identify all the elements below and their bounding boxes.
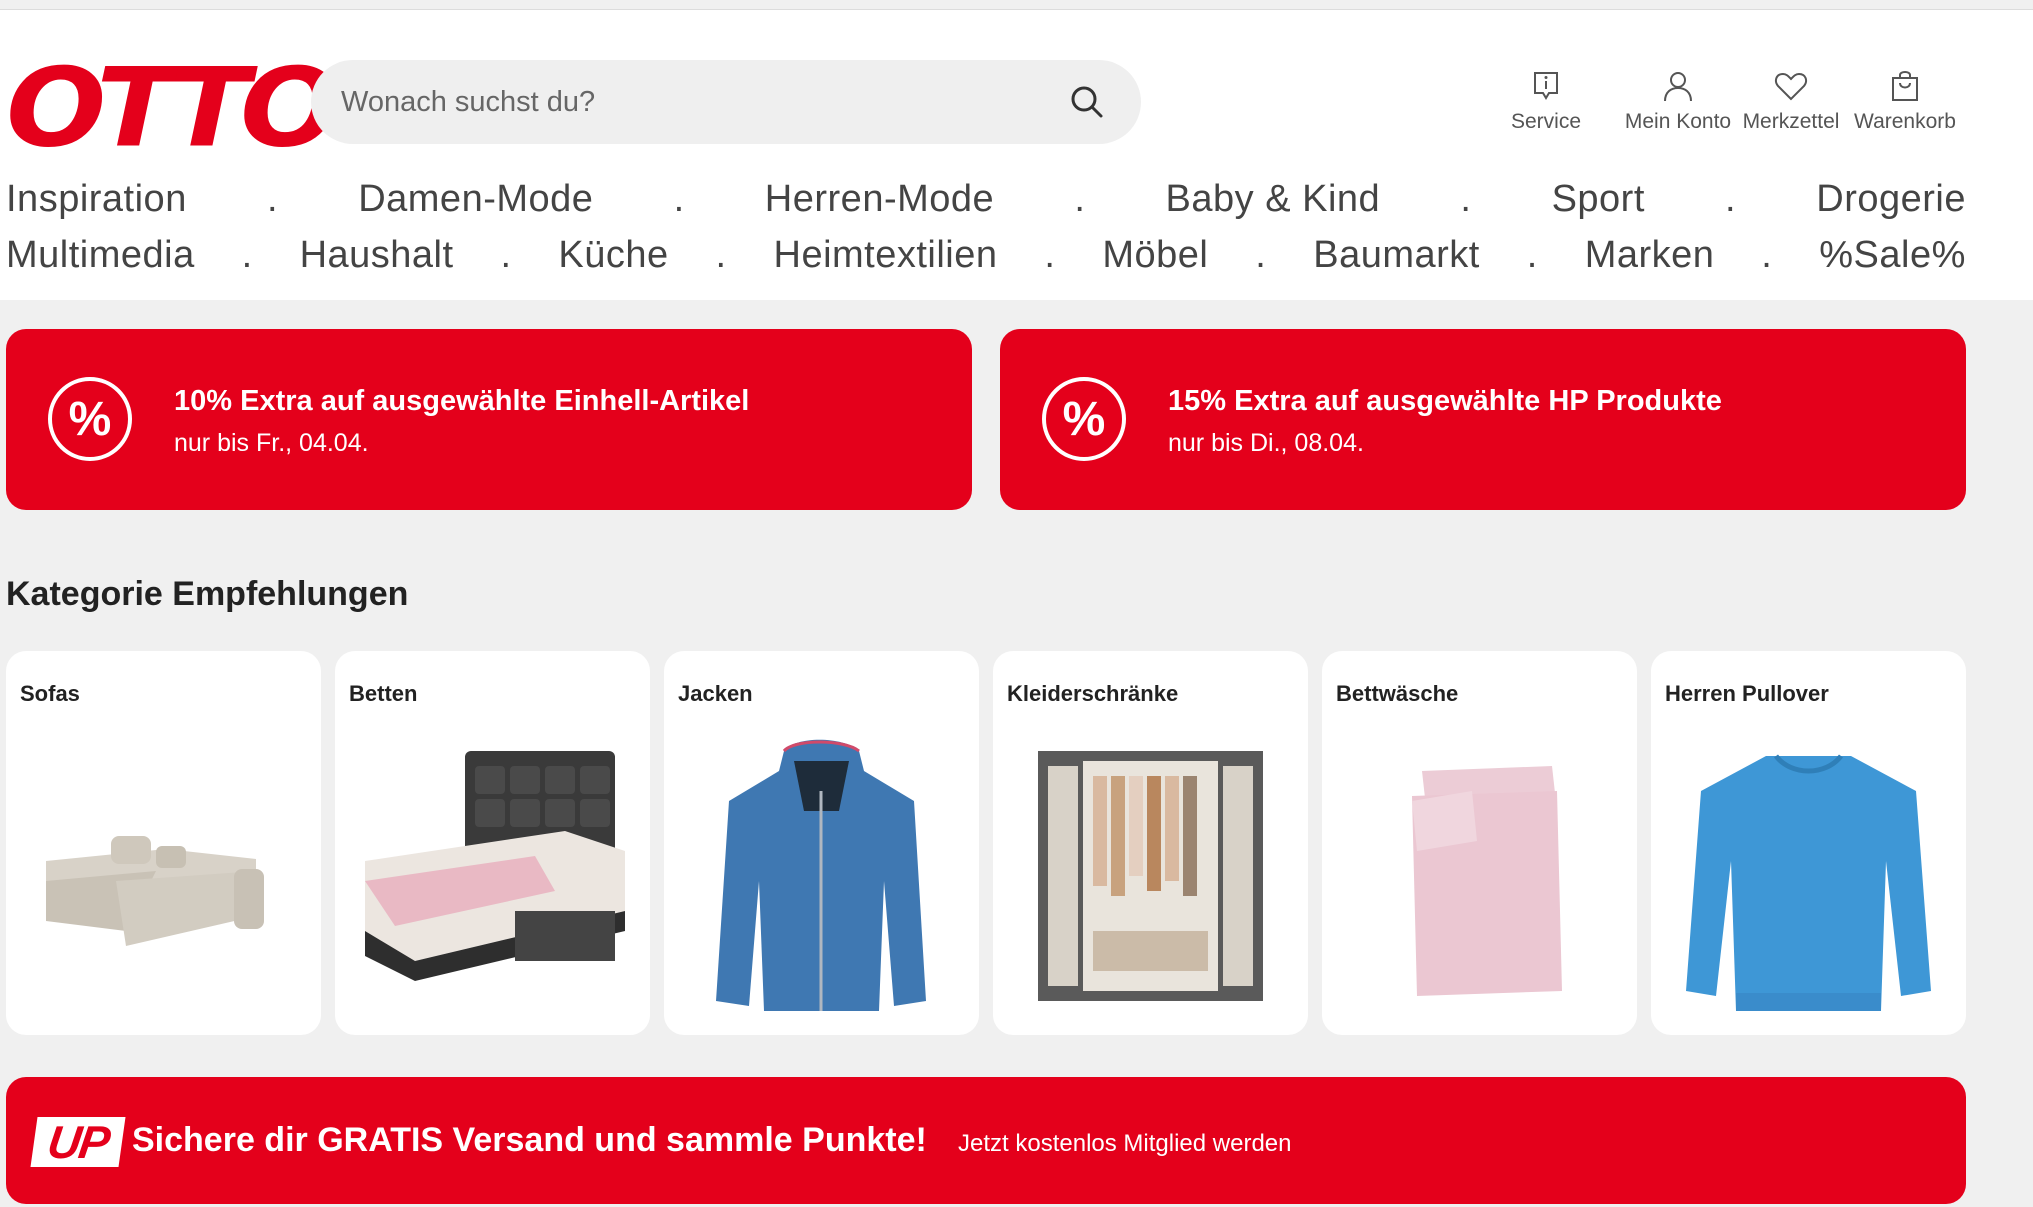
promo-title: 10% Extra auf ausgewählte Einhell-Artike… [174,385,750,417]
category-label: Sofas [20,681,80,706]
category-label: Herren Pullover [1665,681,1829,706]
cart-button[interactable]: Warenkorb [1850,68,1960,134]
nav-item-baumarkt[interactable]: Baumarkt [1313,234,1480,277]
site-header: OTTO Service Mein Konto [0,10,2033,300]
nav-separator: . [1761,234,1773,276]
service-button[interactable]: Service [1500,68,1592,134]
search-input[interactable] [311,60,1067,144]
search-icon[interactable] [1067,82,1107,122]
category-card-kleiderschraenke[interactable]: Kleiderschränke [993,651,1308,1035]
nav-item-damen-mode[interactable]: Damen-Mode [358,178,593,221]
nav-separator: . [500,234,512,276]
nav-separator: . [1526,234,1538,276]
nav-item-sale[interactable]: %Sale% [1819,234,1966,277]
search-bar [311,60,1141,144]
sweater-image [1686,754,1931,1011]
cart-label: Warenkorb [1854,110,1956,133]
main-nav-row-2: Multimedia . Haushalt . Küche . Heimtext… [6,234,1966,277]
nav-item-heimtextilien[interactable]: Heimtextilien [774,234,998,277]
category-card-betten[interactable]: Betten [335,651,650,1035]
nav-item-sport[interactable]: Sport [1552,178,1645,221]
nav-item-inspiration[interactable]: Inspiration [6,178,187,221]
section-title-category-recommendations: Kategorie Empfehlungen [6,575,409,613]
bedding-image [1412,766,1562,996]
nav-separator: . [673,178,685,220]
nav-item-haushalt[interactable]: Haushalt [300,234,454,277]
wishlist-label: Merkzettel [1742,110,1840,133]
wishlist-button[interactable]: Merkzettel [1738,68,1844,134]
jacket-image [716,739,926,1011]
promo-subtitle: nur bis Fr., 04.04. [174,429,369,457]
category-label: Jacken [678,681,753,706]
nav-separator: . [1255,234,1267,276]
header-actions: Service Mein Konto Merkzettel Warenkorb [1500,68,1960,134]
percent-icon: % [48,377,132,461]
nav-item-multimedia[interactable]: Multimedia [6,234,195,277]
category-label: Kleiderschränke [1007,681,1179,706]
nav-separator: . [715,234,727,276]
category-card-jacken[interactable]: Jacken [664,651,979,1035]
sofa-image [46,836,264,946]
bed-image [365,751,625,981]
category-card-bettwaesche[interactable]: Bettwäsche [1322,651,1637,1035]
nav-separator: . [266,178,279,220]
nav-separator: . [1725,178,1737,220]
promo-banner-einhell[interactable]: % 10% Extra auf ausgewählte Einhell-Arti… [6,329,972,510]
up-banner-title: Sichere dir GRATIS Versand und sammle Pu… [132,1121,927,1159]
nav-item-kueche[interactable]: Küche [558,234,668,277]
nav-separator: . [241,234,253,276]
category-label: Bettwäsche [1336,681,1459,706]
nav-item-baby-kind[interactable]: Baby & Kind [1166,178,1381,221]
account-label: Mein Konto [1624,110,1732,133]
promo-banner-hp[interactable]: % 15% Extra auf ausgewählte HP Produkte … [1000,329,1966,510]
nav-separator: . [1460,178,1472,220]
percent-icon: % [1042,377,1126,461]
nav-item-moebel[interactable]: Möbel [1102,234,1208,277]
heart-icon [1774,72,1808,101]
nav-separator: . [1074,178,1086,220]
account-button[interactable]: Mein Konto [1618,68,1738,134]
up-membership-banner[interactable]: UP Sichere dir GRATIS Versand und sammle… [6,1077,1966,1204]
category-label: Betten [349,681,418,706]
service-label: Service [1510,110,1582,133]
category-card-herren-pullover[interactable]: Herren Pullover [1651,651,1966,1035]
main-nav-row-1: Inspiration . Damen-Mode . Herren-Mode .… [6,178,1966,221]
nav-item-herren-mode[interactable]: Herren-Mode [765,178,994,221]
promo-subtitle: nur bis Di., 08.04. [1168,429,1364,457]
nav-item-marken[interactable]: Marken [1585,234,1715,277]
up-logo: UP [30,1116,126,1168]
user-icon [1664,72,1692,102]
shopping-bag-icon [1892,71,1918,101]
otto-logo[interactable]: OTTO [6,54,340,163]
wardrobe-image [1038,751,1263,1001]
up-banner-subtitle[interactable]: Jetzt kostenlos Mitglied werden [958,1130,1292,1158]
nav-item-drogerie[interactable]: Drogerie [1816,178,1966,221]
category-card-sofas[interactable]: Sofas [6,651,321,1035]
info-icon [1534,72,1558,100]
nav-separator: . [1044,234,1056,276]
promo-title: 15% Extra auf ausgewählte HP Produkte [1168,385,1722,417]
